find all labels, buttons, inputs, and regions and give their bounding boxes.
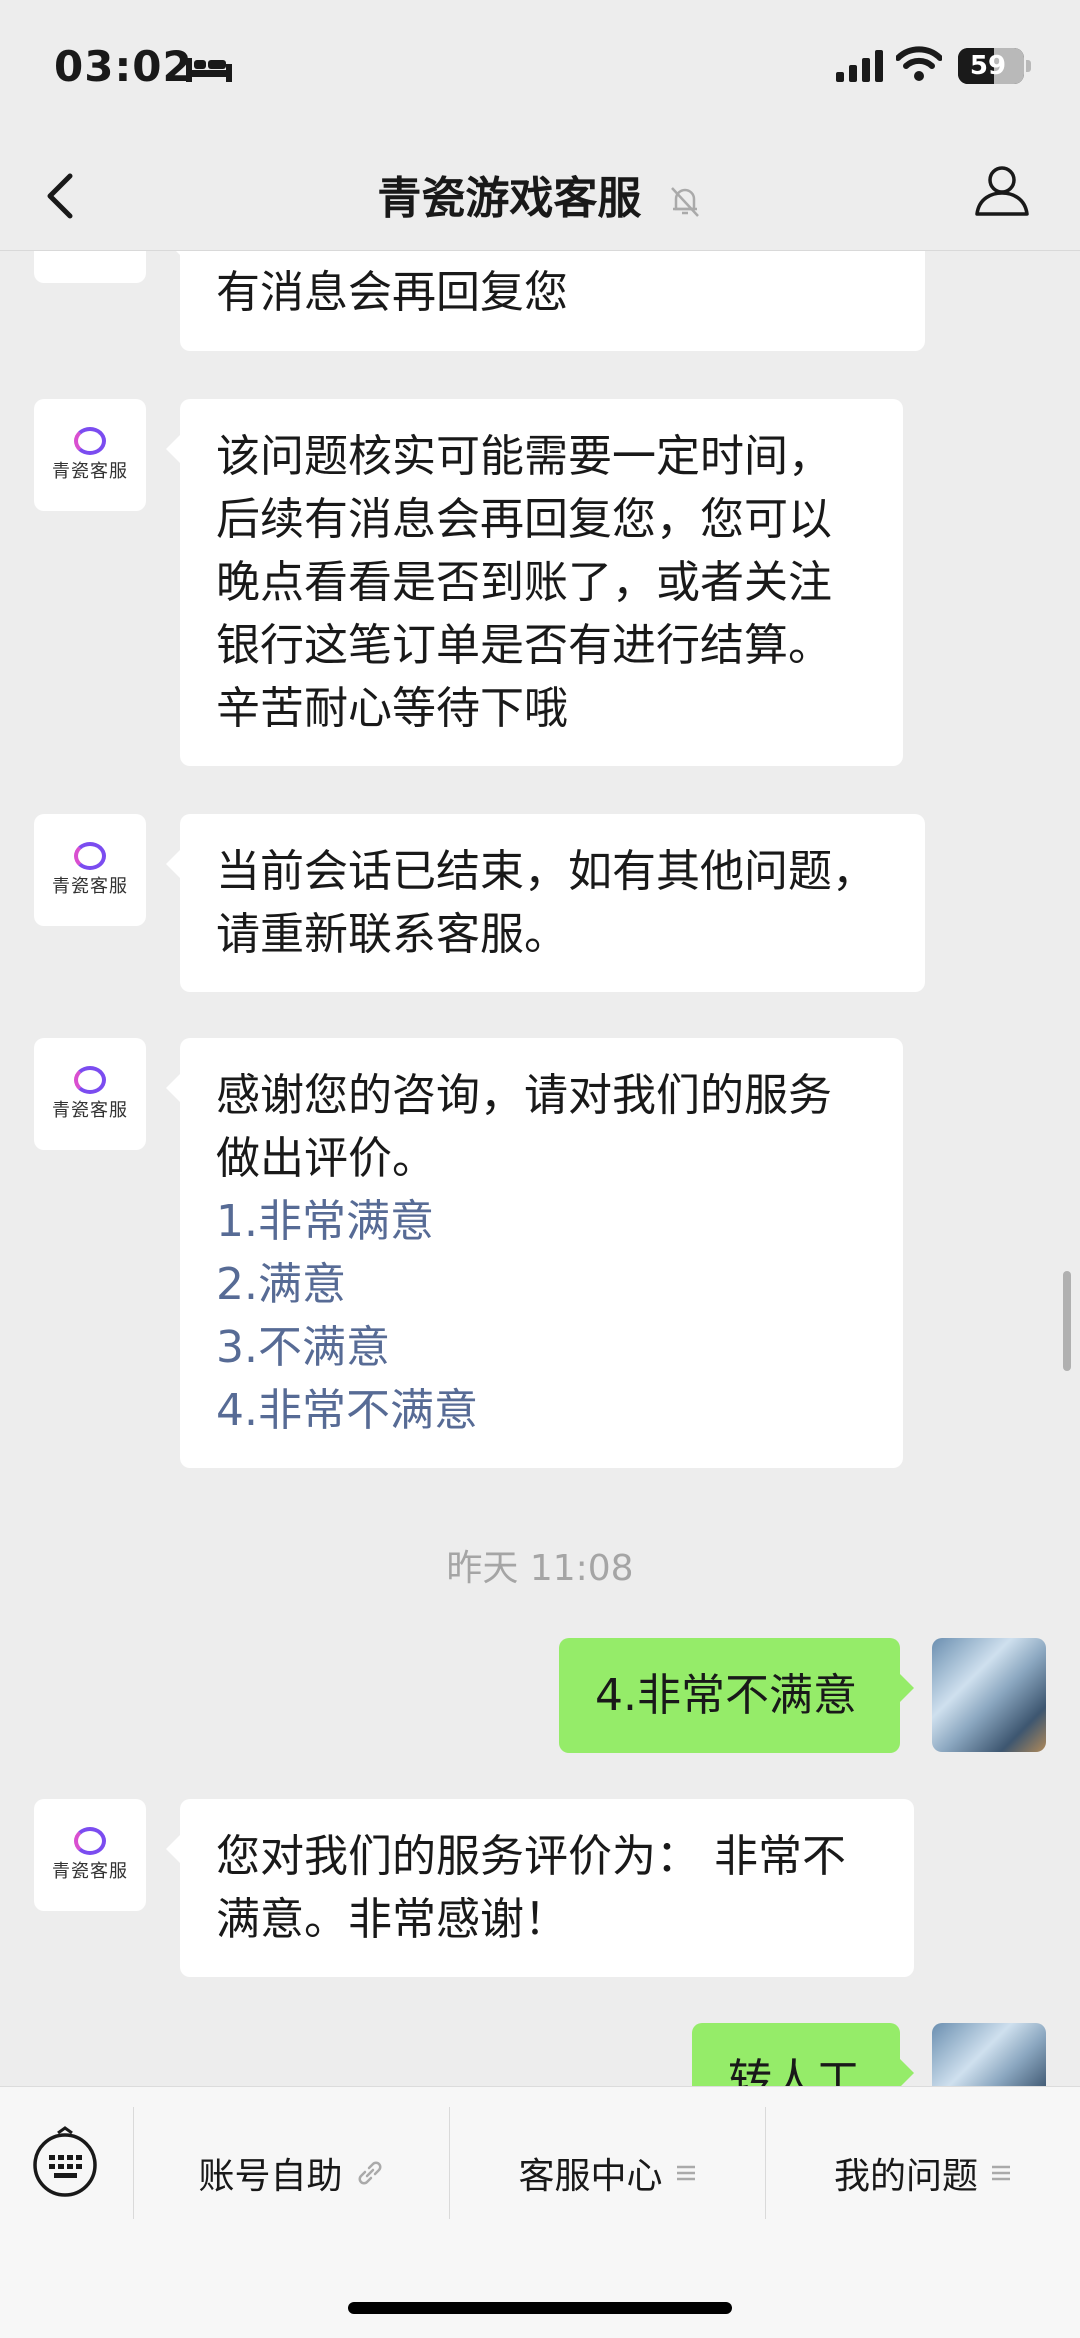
menu-lines-icon [992,2165,1010,2181]
message-bubble[interactable]: 您对我们的服务评价为： 非常不 满意。非常感谢！ [166,1799,914,1977]
cs-avatar[interactable]: 青瓷客服 [34,814,146,926]
message-bubble[interactable]: 有消息会再回复您 [166,251,925,351]
battery-icon: 59 [958,48,1024,84]
cs-logo-icon [74,427,106,455]
cs-avatar[interactable]: 青瓷客服 [34,251,146,283]
rating-option[interactable]: 2.满意 [216,1253,867,1316]
home-indicator[interactable] [348,2302,732,2314]
battery-level: 59 [969,51,1007,81]
menu-account-self-service[interactable]: 账号自助 [134,2117,449,2229]
wifi-icon [896,46,942,81]
cs-avatar[interactable]: 青瓷客服 [34,399,146,511]
my-avatar[interactable] [932,2023,1046,2086]
profile-icon[interactable] [972,160,1032,220]
chat-title: 青瓷游戏客服 [377,173,642,224]
cs-logo-icon [74,842,106,870]
message-bubble[interactable]: 当前会话已结束，如有其他问题， 请重新联系客服。 [166,814,925,992]
message-bubble[interactable]: 该问题核实可能需要一定时间， 后续有消息会再回复您，您可以 晚点看看是否到账了，… [166,399,903,766]
service-menu-bar: 账号自助 客服中心 我的问题 [0,2086,1080,2338]
rating-option[interactable]: 1.非常满意 [216,1190,867,1253]
cs-avatar[interactable]: 青瓷客服 [34,1799,146,1911]
sleep-focus-icon [186,58,232,82]
mute-bell-icon [670,187,699,217]
cs-avatar[interactable]: 青瓷客服 [34,1038,146,1150]
link-icon [358,2161,381,2185]
my-avatar[interactable] [932,1638,1046,1752]
cs-logo-icon [74,1827,106,1855]
my-message-bubble[interactable]: 4.非常不满意 [559,1638,914,1753]
menu-lines-icon [676,2165,695,2181]
my-message-bubble[interactable]: 转人工 [692,2023,914,2086]
rating-message-bubble[interactable]: 感谢您的咨询，请对我们的服务 做出评价。 1.非常满意 2.满意 3.不满意 4… [166,1038,903,1468]
status-bar: 03:02 59 [0,0,1080,140]
clock: 03:02 [54,42,193,91]
rating-option[interactable]: 4.非常不满意 [216,1379,867,1442]
cs-logo-icon [74,1066,106,1094]
cellular-signal-icon [836,50,883,82]
rating-option[interactable]: 3.不满意 [216,1316,867,1379]
keyboard-icon[interactable] [28,2125,102,2199]
menu-service-center[interactable]: 客服中心 [450,2117,765,2229]
message-timestamp: 昨天 11:08 [446,1548,634,1589]
scrollbar[interactable] [1063,1271,1071,1371]
menu-my-issues[interactable]: 我的问题 [766,2117,1080,2229]
chat-header: 青瓷游戏客服 [0,140,1080,251]
message-list[interactable]: 青瓷客服 有消息会再回复您 青瓷客服 该问题核实可能需要一定时间， 后续有消息会… [0,251,1080,2086]
